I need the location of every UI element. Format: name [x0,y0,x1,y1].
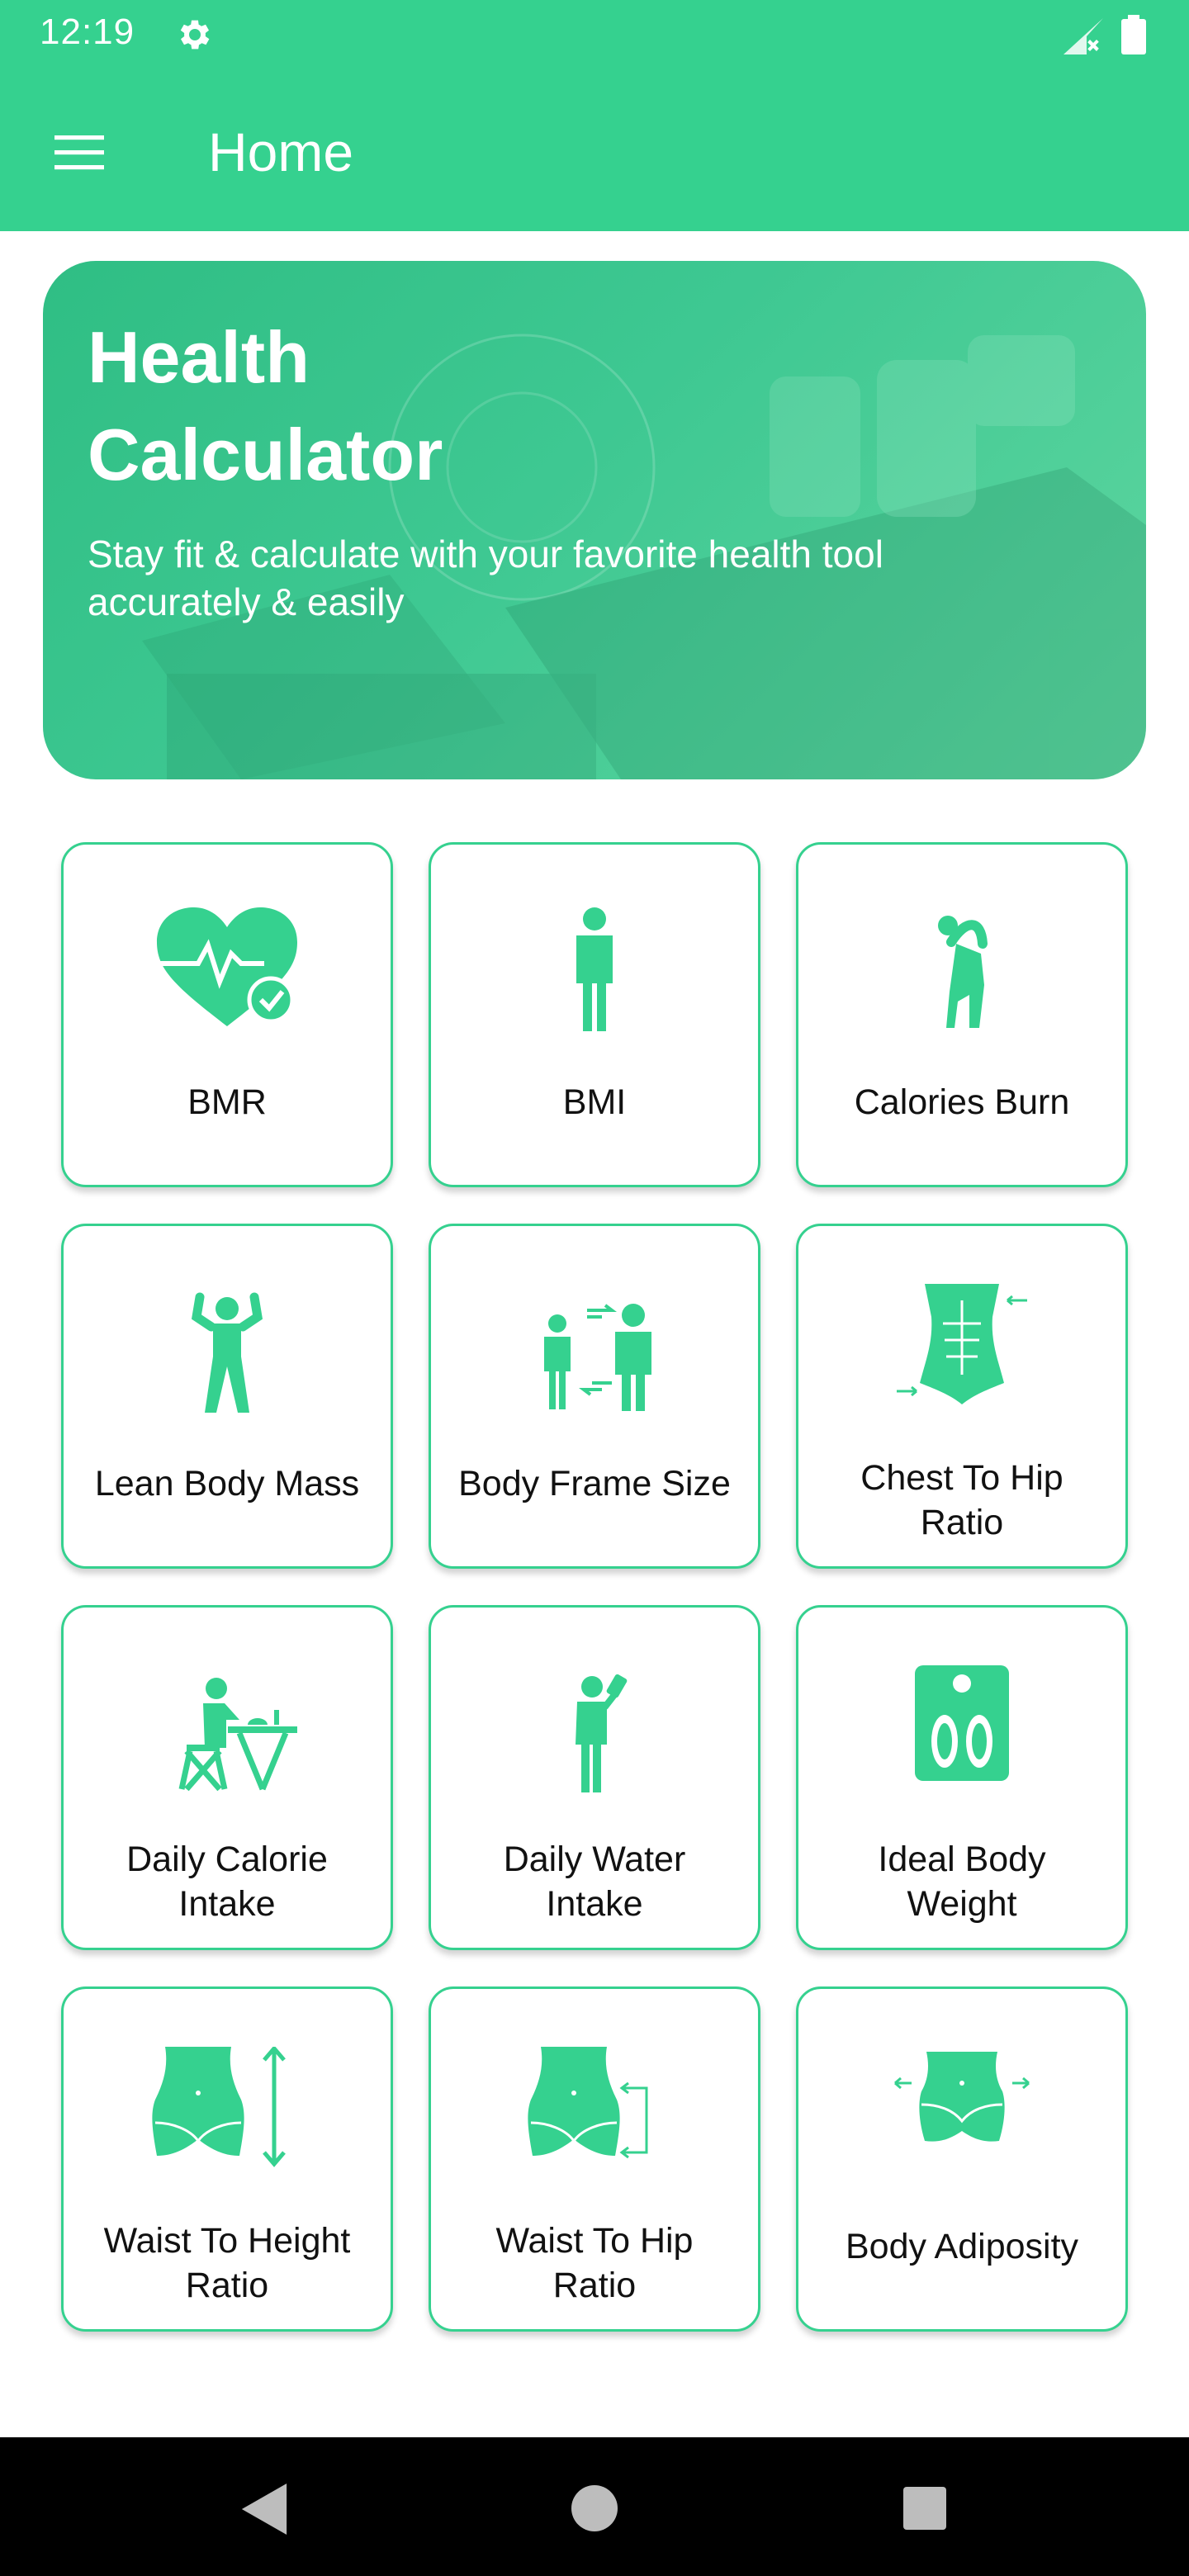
home-icon[interactable] [571,2485,618,2531]
tool-label: Chest To Hip Ratio [860,1458,1063,1542]
hamburger-menu-icon[interactable] [50,122,109,182]
tool-card-chest-to-hip-ratio[interactable]: Chest To Hip Ratio [796,1224,1128,1569]
tool-label: Daily Water Intake [503,1840,686,1924]
tool-label: Waist To Hip Ratio [495,2221,694,2305]
torso-icon [897,1284,1027,1404]
scale-feet-icon [915,1665,1009,1781]
person-eating-icon [178,1678,297,1792]
tool-label: Daily Calorie Intake [126,1840,328,1924]
tool-card-ideal-body-weight[interactable]: Ideal Body Weight [796,1605,1128,1950]
page-title: Home [208,121,354,182]
gear-icon [180,20,210,50]
hero-subtitle: Stay fit & calculate with your favorite … [88,533,883,623]
waist-hip-icon [528,2047,648,2159]
tool-card-body-adiposity[interactable]: Body Adiposity [796,1986,1128,2332]
tool-card-body-frame-size[interactable]: Body Frame Size [429,1224,760,1569]
hero-banner: Health Calculator Stay fit & calculate w… [43,261,1146,779]
person-standing-icon [576,907,613,1031]
tool-card-bmr[interactable]: BMR [61,842,393,1187]
system-nav-bar [0,2437,1189,2576]
two-people-compare-icon [544,1304,651,1411]
status-time: 12:19 [40,12,135,52]
tools-grid: BMR BMI Calories Burn Lean Body Mass Bod… [61,842,1128,2332]
tool-label: Ideal Body Weight [878,1840,1046,1924]
app-bar: Home [0,69,1189,231]
status-bar: 12:19 [0,0,1189,69]
hero-title: Health Calculator [88,316,443,495]
back-icon[interactable] [241,2484,287,2535]
tool-label: Waist To Height Ratio [103,2221,351,2305]
tool-card-calories-burn[interactable]: Calories Burn [796,842,1128,1187]
tool-card-bmi[interactable]: BMI [429,842,760,1187]
tool-label: Body Frame Size [458,1464,731,1503]
tool-card-waist-to-height-ratio[interactable]: Waist To Height Ratio [61,1986,393,2332]
battery-icon [1121,15,1146,54]
flexing-person-icon [191,1292,263,1413]
recents-icon[interactable] [903,2487,946,2530]
tool-label: Body Adiposity [845,2227,1079,2266]
tool-card-waist-to-hip-ratio[interactable]: Waist To Hip Ratio [429,1986,760,2332]
tool-label: BMI [562,1082,627,1122]
tool-card-lean-body-mass[interactable]: Lean Body Mass [61,1224,393,1569]
tool-label: BMR [187,1082,267,1122]
tool-card-daily-calorie-intake[interactable]: Daily Calorie Intake [61,1605,393,1950]
tool-label: Calories Burn [854,1082,1070,1122]
heart-check-icon [149,907,297,1026]
person-drinking-icon [576,1674,628,1792]
stretching-person-icon [938,916,988,1028]
tool-label: Lean Body Mass [94,1464,360,1503]
tool-card-daily-water-intake[interactable]: Daily Water Intake [429,1605,760,1950]
body-adiposity-icon [894,2052,1030,2142]
signal-icon [1063,18,1103,54]
waist-height-icon [152,2047,286,2167]
